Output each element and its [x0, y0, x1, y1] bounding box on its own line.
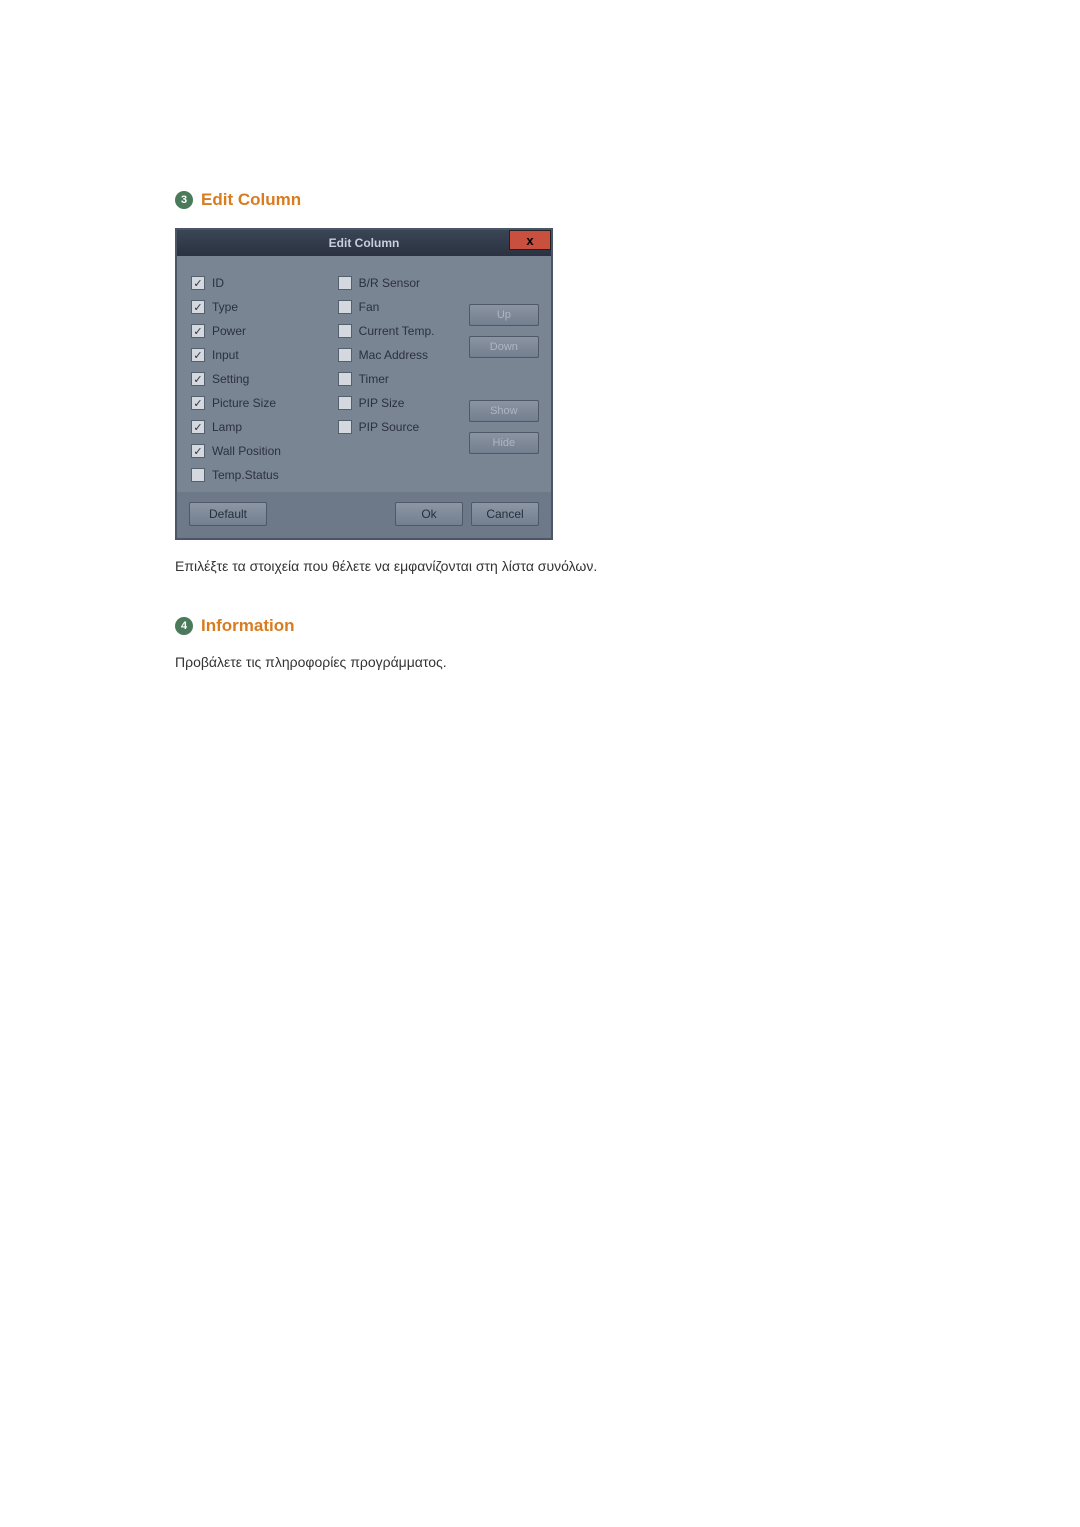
- checkbox-label: Lamp: [212, 420, 242, 434]
- spacer: [275, 502, 387, 526]
- checkbox-icon[interactable]: ✓: [191, 372, 205, 386]
- list-item[interactable]: PIP Size: [338, 396, 461, 410]
- list-item[interactable]: Temp.Status: [191, 468, 330, 482]
- checkbox-label: Type: [212, 300, 238, 314]
- list-item[interactable]: ✓ Wall Position: [191, 444, 330, 458]
- dialog-title: Edit Column: [329, 236, 400, 250]
- section-header-edit-column: 3 Edit Column: [175, 190, 905, 210]
- up-button[interactable]: Up: [469, 304, 539, 326]
- list-item[interactable]: Mac Address: [338, 348, 461, 362]
- list-item[interactable]: Current Temp.: [338, 324, 461, 338]
- list-item[interactable]: ✓ Lamp: [191, 420, 330, 434]
- hide-button[interactable]: Hide: [469, 432, 539, 454]
- checkbox-column-2: B/R Sensor Fan Current Temp. Mac Address…: [338, 276, 461, 482]
- list-item[interactable]: ✓ Input: [191, 348, 330, 362]
- checkbox-icon[interactable]: [191, 468, 205, 482]
- checkbox-icon[interactable]: ✓: [191, 348, 205, 362]
- ok-button[interactable]: Ok: [395, 502, 463, 526]
- checkbox-icon[interactable]: [338, 420, 352, 434]
- checkbox-icon[interactable]: ✓: [191, 420, 205, 434]
- checkbox-icon[interactable]: ✓: [191, 396, 205, 410]
- list-item[interactable]: ✓ Power: [191, 324, 330, 338]
- checkbox-label: Power: [212, 324, 246, 338]
- checkbox-icon[interactable]: [338, 348, 352, 362]
- side-button-column: Up Down Show Hide: [469, 276, 539, 482]
- list-item[interactable]: ✓ Setting: [191, 372, 330, 386]
- checkbox-label: Wall Position: [212, 444, 281, 458]
- checkbox-icon[interactable]: [338, 324, 352, 338]
- show-button[interactable]: Show: [469, 400, 539, 422]
- section-header-information: 4 Information: [175, 616, 905, 636]
- checkbox-label: Setting: [212, 372, 249, 386]
- list-item[interactable]: Timer: [338, 372, 461, 386]
- checkbox-label: Timer: [359, 372, 389, 386]
- checkbox-icon[interactable]: [338, 396, 352, 410]
- checkbox-label: Temp.Status: [212, 468, 279, 482]
- checkbox-column-1: ✓ ID ✓ Type ✓ Power ✓ Input ✓ Setting ✓ Pictur…: [191, 276, 330, 482]
- section-number-badge: 3: [175, 191, 193, 209]
- checkbox-label: Picture Size: [212, 396, 276, 410]
- checkbox-label: PIP Source: [359, 420, 419, 434]
- checkbox-icon[interactable]: [338, 300, 352, 314]
- section-title: Information: [201, 616, 295, 636]
- section-title: Edit Column: [201, 190, 301, 210]
- down-button[interactable]: Down: [469, 336, 539, 358]
- section-number-badge: 4: [175, 617, 193, 635]
- checkbox-label: ID: [212, 276, 224, 290]
- section-description: Προβάλετε τις πληροφορίες προγράμματος.: [175, 654, 905, 670]
- edit-column-dialog: Edit Column x ✓ ID ✓ Type ✓ Power ✓ Input ✓ S…: [175, 228, 553, 540]
- checkbox-icon[interactable]: [338, 276, 352, 290]
- visibility-button-group: Show Hide: [469, 400, 539, 454]
- checkbox-icon[interactable]: [338, 372, 352, 386]
- dialog-titlebar: Edit Column x: [177, 230, 551, 256]
- checkbox-label: Current Temp.: [359, 324, 435, 338]
- checkbox-icon[interactable]: ✓: [191, 324, 205, 338]
- checkbox-label: PIP Size: [359, 396, 405, 410]
- checkbox-icon[interactable]: ✓: [191, 300, 205, 314]
- list-item[interactable]: B/R Sensor: [338, 276, 461, 290]
- checkbox-label: Input: [212, 348, 239, 362]
- list-item[interactable]: ✓ Type: [191, 300, 330, 314]
- checkbox-label: Mac Address: [359, 348, 428, 362]
- dialog-body: ✓ ID ✓ Type ✓ Power ✓ Input ✓ Setting ✓ Pictur…: [177, 256, 551, 492]
- checkbox-label: Fan: [359, 300, 380, 314]
- section-description: Επιλέξτε τα στοιχεία που θέλετε να εμφαν…: [175, 558, 905, 574]
- move-button-group: Up Down: [469, 304, 539, 358]
- checkbox-label: B/R Sensor: [359, 276, 420, 290]
- checkbox-icon[interactable]: ✓: [191, 444, 205, 458]
- default-button[interactable]: Default: [189, 502, 267, 526]
- close-button[interactable]: x: [509, 230, 551, 250]
- cancel-button[interactable]: Cancel: [471, 502, 539, 526]
- list-item[interactable]: PIP Source: [338, 420, 461, 434]
- list-item[interactable]: Fan: [338, 300, 461, 314]
- dialog-footer: Default Ok Cancel: [177, 492, 551, 538]
- list-item[interactable]: ✓ Picture Size: [191, 396, 330, 410]
- checkbox-icon[interactable]: ✓: [191, 276, 205, 290]
- list-item[interactable]: ✓ ID: [191, 276, 330, 290]
